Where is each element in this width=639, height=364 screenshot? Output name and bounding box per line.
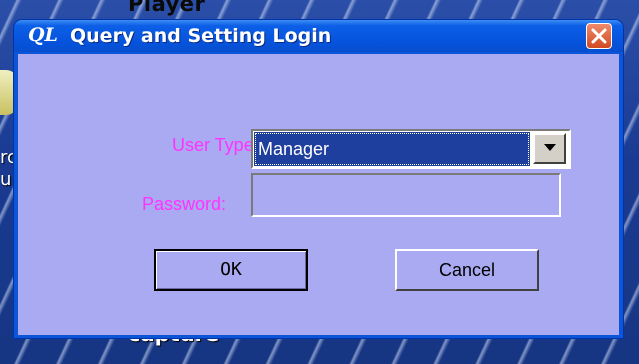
app-logo-icon: QL	[28, 24, 58, 46]
close-x-icon	[591, 28, 607, 44]
user-type-select[interactable]: Manager	[251, 129, 571, 169]
dropdown-button[interactable]	[533, 133, 566, 164]
title-bar[interactable]: QL Query and Setting Login	[14, 20, 623, 52]
cancel-button[interactable]: Cancel	[395, 249, 539, 291]
desktop-icon-label-player[interactable]: Player	[128, 0, 205, 16]
dialog-body: User Type: Manager Password: OK Cancel	[18, 54, 619, 335]
user-type-label: User Type:	[172, 135, 259, 155]
triangle-down-icon	[544, 144, 556, 151]
user-type-selected-value[interactable]: Manager	[254, 132, 530, 166]
window-title: Query and Setting Login	[70, 25, 332, 47]
password-label: Password:	[142, 194, 227, 214]
login-dialog: QL Query and Setting Login User Type: Ma…	[14, 20, 623, 338]
close-button[interactable]	[586, 23, 612, 49]
password-input[interactable]	[251, 173, 561, 217]
ok-button[interactable]: OK	[154, 249, 308, 291]
